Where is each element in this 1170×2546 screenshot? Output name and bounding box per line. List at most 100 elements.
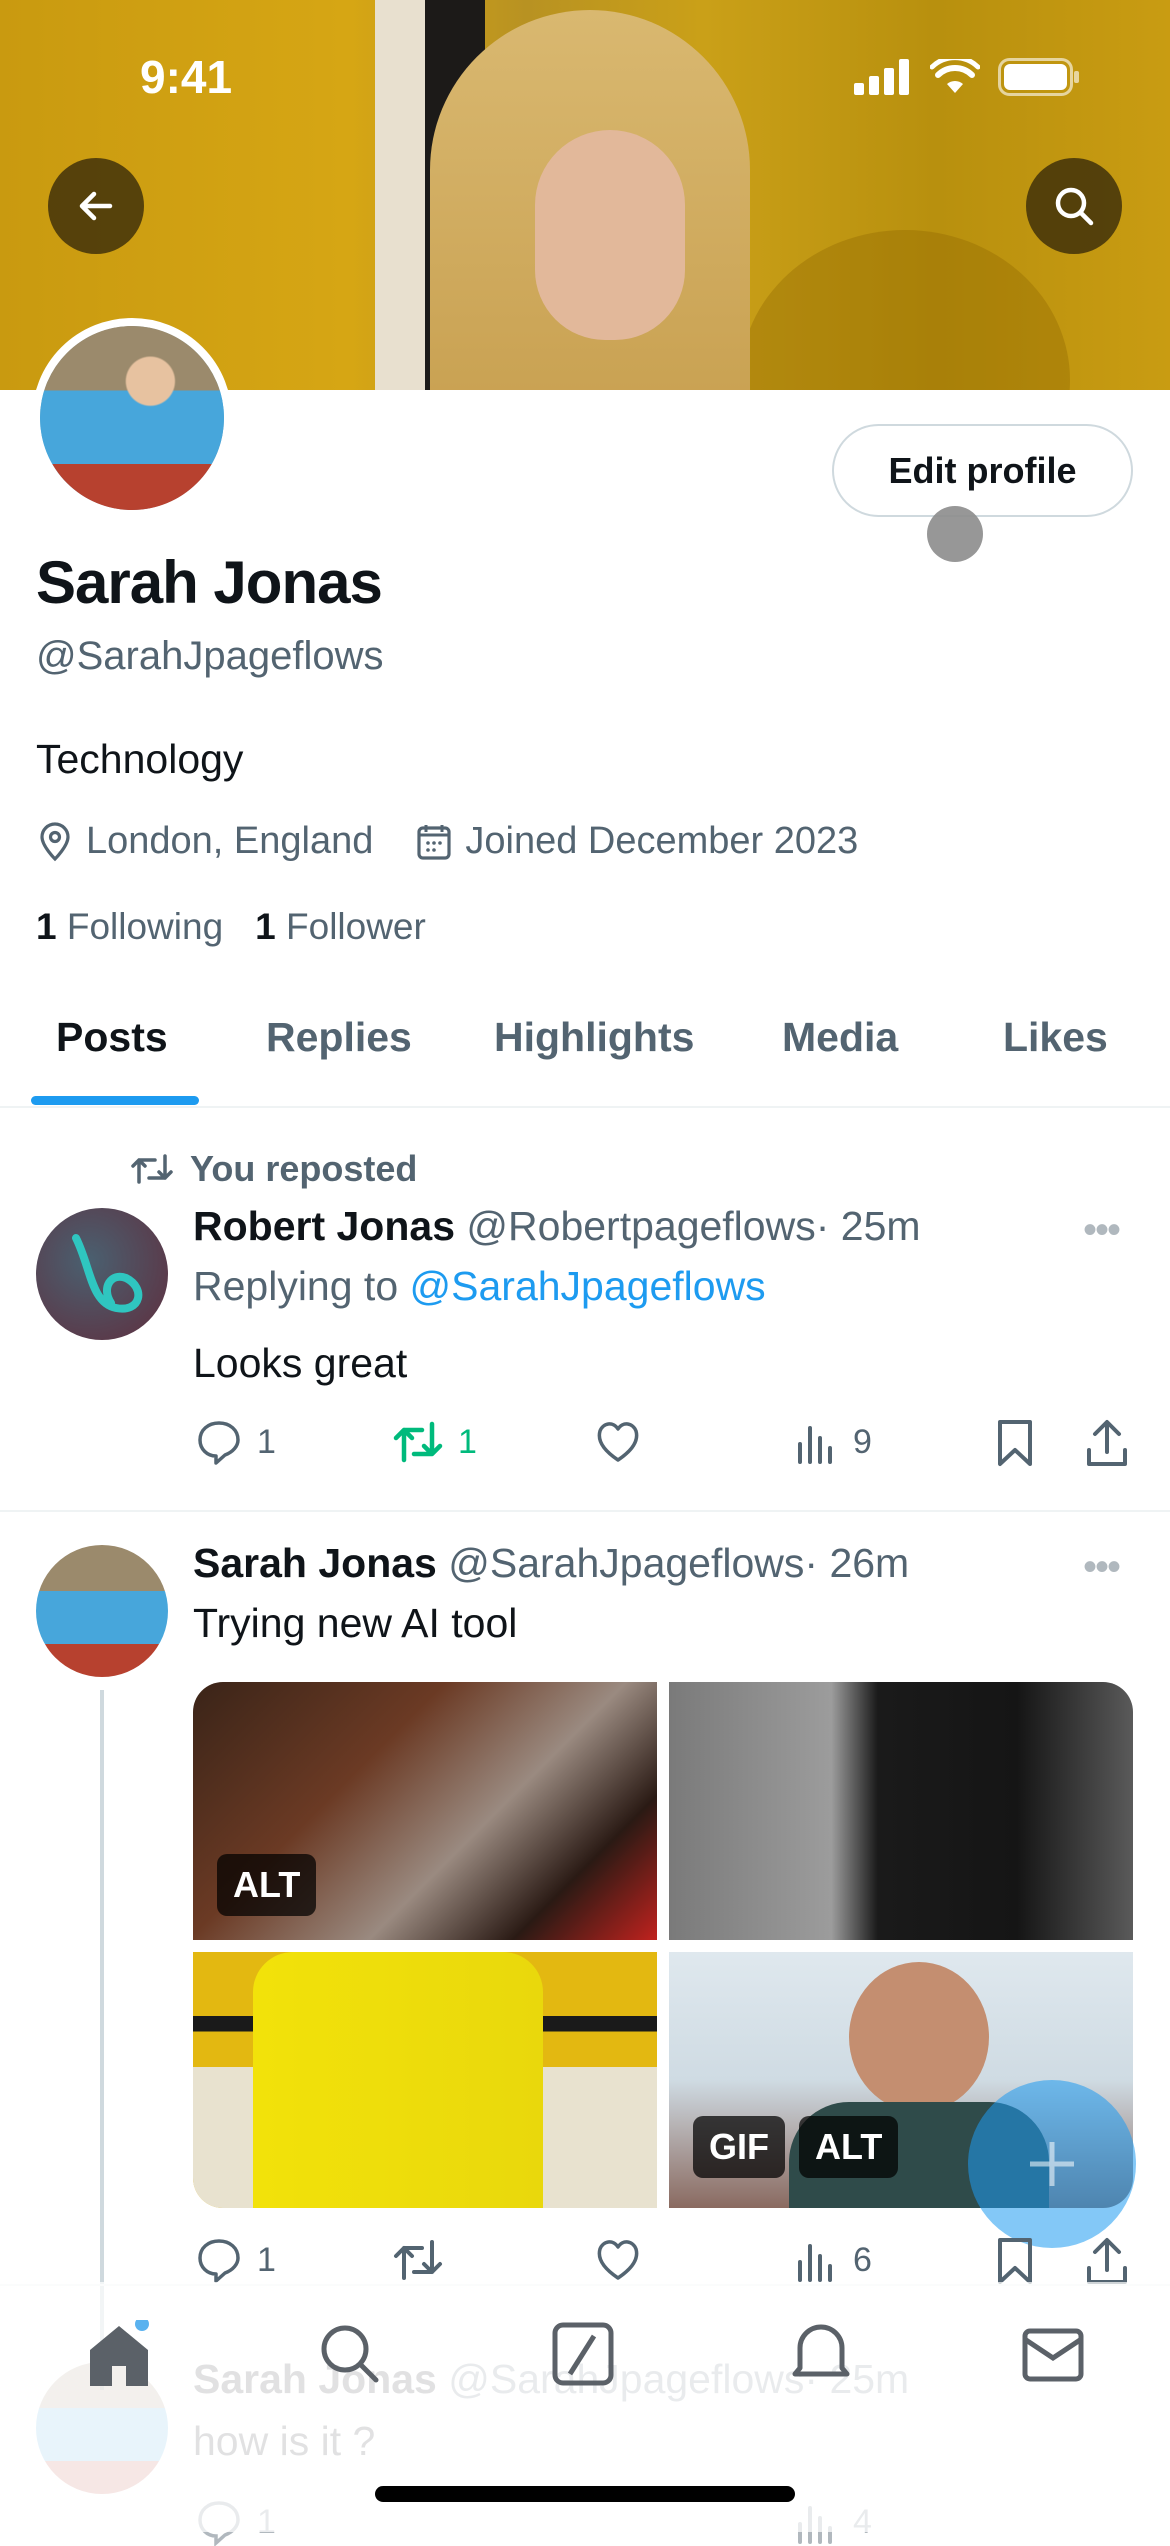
post-author[interactable]: Robert Jonas <box>193 1203 455 1249</box>
compose-fab[interactable] <box>968 2080 1136 2248</box>
media-item[interactable] <box>193 1952 657 2208</box>
gif-badge[interactable]: GIF <box>693 2116 785 2178</box>
followers-link[interactable]: 1 Follower <box>255 906 426 948</box>
profile-name: Sarah Jonas <box>36 549 383 616</box>
media-item[interactable] <box>669 1682 1133 1940</box>
tab-messages[interactable] <box>1022 2328 1084 2387</box>
grok-icon <box>552 2322 614 2386</box>
post-author[interactable]: Sarah Jonas <box>193 1540 437 1586</box>
replying-to: Replying to @SarahJpageflows <box>193 1263 766 1310</box>
post-divider <box>0 1510 1170 1512</box>
repost-button[interactable] <box>392 2236 444 2284</box>
battery-icon <box>998 58 1079 96</box>
avatar-image <box>40 326 224 510</box>
more-options-icon[interactable]: ••• <box>1083 1208 1121 1253</box>
touch-indicator <box>927 506 983 562</box>
reply-count: 1 <box>257 2240 276 2279</box>
analytics-icon <box>798 1426 832 1464</box>
tab-search[interactable] <box>318 2322 382 2391</box>
heart-icon <box>597 2240 639 2280</box>
media-image-subject <box>253 1952 543 2208</box>
post-handle[interactable]: @SarahJpageflows <box>448 1540 804 1586</box>
profile-avatar[interactable] <box>32 318 232 518</box>
bookmark-icon <box>998 2238 1032 2284</box>
followers-count: 1 <box>255 906 276 947</box>
analytics-icon <box>798 2244 832 2282</box>
reply-icon <box>198 2239 240 2283</box>
repost-context-label: You reposted <box>190 1148 418 1189</box>
avatar-logo <box>72 1234 143 1313</box>
tab-posts[interactable]: Posts <box>56 1014 168 1061</box>
tab-likes[interactable]: Likes <box>1003 1014 1108 1061</box>
post-header: Sarah Jonas @SarahJpageflows· 26m <box>193 1540 909 1587</box>
post-text: Trying new AI tool <box>193 1600 518 1646</box>
arrow-left-icon <box>79 191 113 221</box>
repost-button[interactable]: 1 <box>392 1418 477 1466</box>
plus-icon <box>1030 2142 1074 2186</box>
reply-icon <box>198 1421 240 1465</box>
repost-count: 1 <box>458 1422 477 1461</box>
banner-image-shadow <box>740 230 1070 390</box>
post-handle[interactable]: @Robertpageflows <box>466 1203 815 1249</box>
post-time: · 25m <box>815 1203 921 1249</box>
follow-stats: 1 Following 1 Follower <box>36 906 426 948</box>
search-icon <box>1055 187 1094 226</box>
reply-button[interactable]: 1 <box>195 1418 276 1466</box>
location-icon <box>40 821 70 861</box>
banner-image-frame <box>375 0 425 390</box>
share-icon <box>1087 2238 1127 2284</box>
views-count: 6 <box>853 2240 872 2279</box>
post-avatar[interactable] <box>36 1208 168 1340</box>
alt-badge[interactable]: ALT <box>217 1854 317 1916</box>
like-button[interactable] <box>594 1418 642 1466</box>
bookmark-icon <box>998 1420 1032 1466</box>
following-link[interactable]: 1 Following <box>36 906 223 948</box>
profile-bio: Technology <box>36 736 244 782</box>
share-icon <box>1087 1420 1127 1466</box>
tab-replies[interactable]: Replies <box>266 1014 412 1061</box>
search-icon <box>321 2325 379 2383</box>
home-indicator <box>375 2486 795 2502</box>
bookmark-button[interactable] <box>995 2236 1035 2286</box>
back-button[interactable] <box>48 158 144 254</box>
following-label: Following <box>66 906 224 947</box>
banner-image-face <box>535 130 685 340</box>
edit-profile-button[interactable]: Edit profile <box>832 424 1133 517</box>
views-button[interactable]: 9 <box>795 1418 872 1466</box>
alt-badge[interactable]: ALT <box>799 2116 899 2178</box>
reply-button[interactable]: 1 <box>195 2236 276 2284</box>
post-time: · 26m <box>804 1540 910 1586</box>
more-options-icon[interactable]: ••• <box>1083 1545 1121 1590</box>
media-item[interactable]: ALT <box>193 1682 657 1940</box>
tab-media[interactable]: Media <box>782 1014 898 1061</box>
followers-label: Follower <box>286 906 426 947</box>
like-button[interactable] <box>594 2236 642 2284</box>
heart-icon <box>597 1422 639 1462</box>
replying-to-link[interactable]: @SarahJpageflows <box>410 1263 766 1309</box>
mail-icon <box>1022 2328 1084 2382</box>
repost-context: You reposted <box>130 1148 417 1190</box>
signal-icon <box>854 59 909 95</box>
profile-tabs: Posts Replies Highlights Media Likes <box>0 1010 1170 1108</box>
share-button[interactable] <box>1085 2236 1129 2286</box>
wifi-icon <box>930 59 980 93</box>
reply-count: 1 <box>257 1422 276 1461</box>
tab-highlights[interactable]: Highlights <box>494 1014 694 1061</box>
repost-icon <box>393 1421 443 1463</box>
post-header: Robert Jonas @Robertpageflows· 25m <box>193 1203 921 1250</box>
repost-icon <box>131 1154 173 1184</box>
bell-icon <box>792 2324 850 2377</box>
bookmark-button[interactable] <box>995 1418 1035 1468</box>
post-avatar[interactable] <box>36 1545 168 1677</box>
active-tab-indicator <box>31 1096 199 1105</box>
status-time: 9:41 <box>140 51 233 103</box>
search-button[interactable] <box>1026 158 1122 254</box>
share-button[interactable] <box>1085 1418 1129 1468</box>
tab-home[interactable] <box>86 2317 152 2395</box>
tab-notifications[interactable] <box>790 2322 852 2391</box>
views-button[interactable]: 6 <box>795 2236 872 2284</box>
tab-grok[interactable] <box>552 2322 614 2391</box>
profile-meta: London, England Joined December 2023 <box>36 820 858 863</box>
calendar-icon <box>417 824 451 860</box>
views-count: 9 <box>853 1422 872 1461</box>
